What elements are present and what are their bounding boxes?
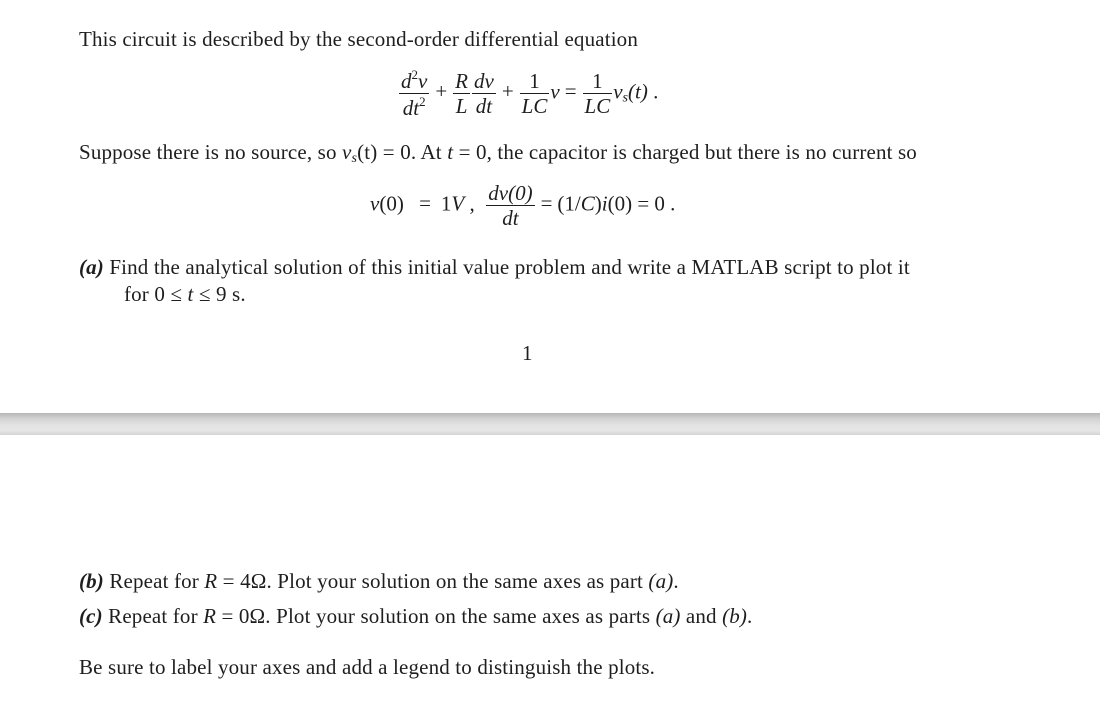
suppose-text: = 0, the capacitor is charged but there … [453,140,917,164]
r-over-l-fraction: R L [453,70,470,117]
ic-rhs: (1/ [557,191,581,216]
eq-v: v [550,79,560,104]
suppose-paragraph: Suppose there is no source, so vs(t) = 0… [79,142,917,166]
eq-dt: dt [402,96,420,121]
rhs-fraction: 1 LC [582,70,613,119]
r-symbol: R [204,569,218,593]
part-ref: (a) [655,604,681,628]
part-a-text: ≤ 9 s. [193,282,246,306]
page-separator [0,413,1100,435]
part-ref: (b) [722,604,748,628]
differential-equation: d2v dt2 + R L dv dt + 1 LC v = 1 LC vs(t)… [398,68,658,119]
part-a: (a) Find the analytical solution of this… [79,257,910,278]
initial-conditions: v(0) = 1V , dv(0) dt = (1/C)i(0) = 0 . [370,182,675,229]
eq-v: v [418,69,428,93]
plus-operator: + [435,79,448,104]
suppose-text: Suppose there is no source, so [79,140,343,164]
ic-rhs: (0) = 0 . [607,191,676,216]
plus-operator: + [501,79,514,104]
ic-arg: (0) [379,191,404,216]
eq-one: 1 [582,70,613,95]
eq-LC: LC [521,94,548,119]
suppose-text: (t) = 0. At [357,140,448,164]
eq-v: v [613,79,623,104]
ic-comma: , [469,191,475,216]
part-ref: (a) [648,569,674,593]
eq-R: R [453,69,470,95]
part-b-text: = 4Ω. Plot your solution on the same axe… [217,569,649,593]
ic-frac-den: dt [502,206,519,231]
part-a-text: Find the analytical solution of this ini… [109,255,910,279]
ic-frac-num: dv(0) [486,181,535,207]
eq-arg: (t) [628,79,648,104]
intro-paragraph: This circuit is described by the second-… [79,27,638,51]
ic-C: C [580,191,595,216]
part-b-text: . [673,569,679,593]
eq-dv: dv [472,69,496,95]
eq-period: . [653,79,659,104]
part-c-text: Repeat for [108,604,204,628]
part-c: (c) Repeat for R = 0Ω. Plot your solutio… [79,606,752,627]
ic-v: v [370,191,380,216]
part-a-label: (a) [79,255,104,279]
ic-unit: V [451,191,465,216]
equals-operator: = [419,191,431,216]
closing-instruction: Be sure to label your axes and add a leg… [79,655,656,679]
first-derivative-fraction: dv dt [472,70,496,117]
equals-operator: = [540,191,553,216]
eq-one: 1 [519,70,550,95]
part-b-label: (b) [79,569,104,593]
eq-d: d [401,69,412,93]
eq-LC: LC [584,94,611,119]
ic-rhs: ) [594,191,602,216]
one-over-lc-fraction: 1 LC [519,70,550,119]
dv0-dt-fraction: dv(0) dt [486,181,535,231]
part-a-continuation: for 0 ≤ t ≤ 9 s. [124,284,246,305]
part-a-text: for 0 ≤ [124,282,188,306]
part-b: (b) Repeat for R = 4Ω. Plot your solutio… [79,571,679,592]
equals-operator: = [564,79,577,104]
part-b-text: Repeat for [109,569,205,593]
part-c-label: (c) [79,604,103,628]
eq-L: L [455,94,468,119]
page-number: 1 [522,341,533,365]
eq-sup: 2 [419,94,426,110]
second-derivative-term: d2v dt2 [399,68,430,121]
part-c-text: and [680,604,723,628]
r-symbol: R [203,604,217,628]
eq-dt: dt [475,94,493,119]
vs-symbol: v [342,140,352,164]
part-c-text: . [747,604,753,628]
ic-value: 1 [440,191,452,216]
part-c-text: = 0Ω. Plot your solution on the same axe… [216,604,656,628]
